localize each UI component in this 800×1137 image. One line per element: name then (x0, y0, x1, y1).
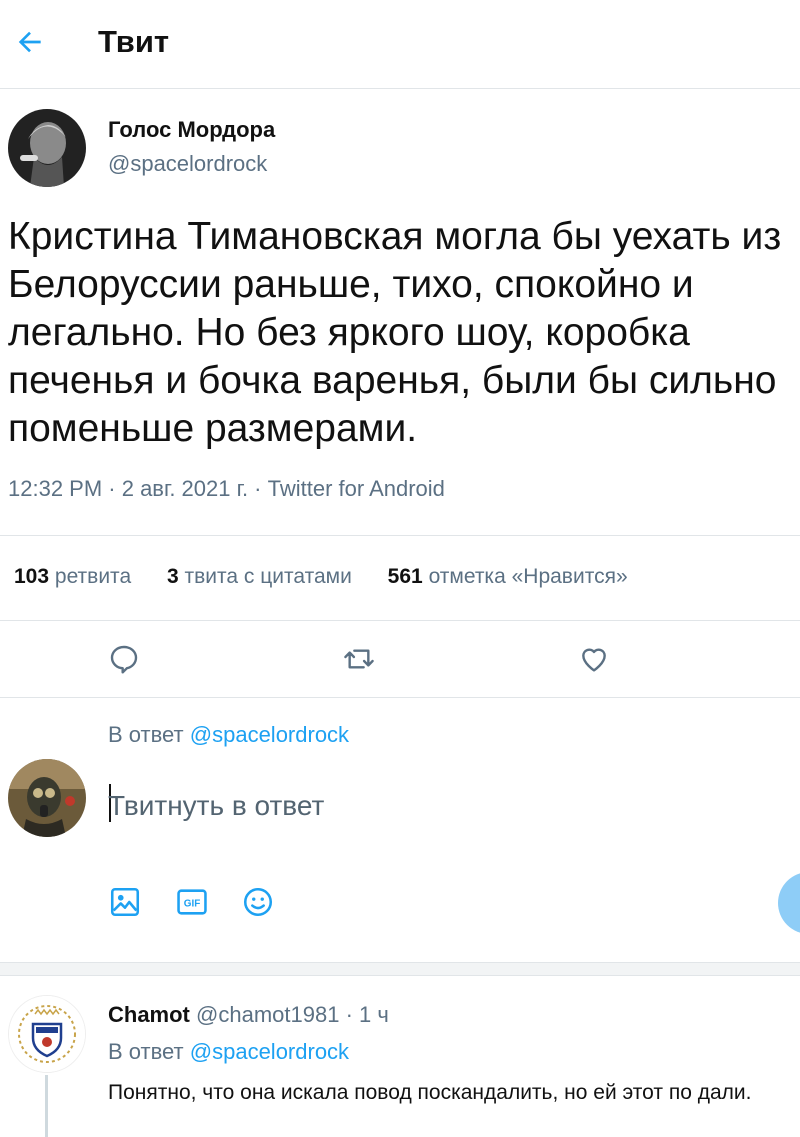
author-name[interactable]: Голос Мордора (108, 117, 275, 143)
reply-icon[interactable] (108, 643, 140, 675)
reply-to-handle[interactable]: @spacelordrock (190, 1039, 349, 1064)
reply-to-handle[interactable]: @spacelordrock (190, 722, 349, 747)
stat-label: отметка «Нравится» (428, 565, 628, 588)
user-avatar[interactable] (8, 759, 86, 837)
gif-label: GIF (184, 898, 201, 909)
tweet-text: Кристина Тимановская могла бы уехать из … (8, 215, 782, 450)
reply-send-button[interactable] (778, 872, 800, 934)
reply-author-avatar[interactable] (8, 995, 86, 1073)
stat-label: ретвита (54, 565, 132, 588)
reply-time[interactable]: · 1 ч (346, 1002, 389, 1027)
emoji-icon[interactable] (241, 885, 275, 919)
reply-text: Понятно, что она искала повод поскандали… (108, 1081, 752, 1104)
gif-icon[interactable]: GIF (175, 885, 209, 919)
quote-tweets-stat[interactable]: 3 твита с цитатами (167, 565, 352, 589)
reply-to-prefix: В ответ (108, 1039, 184, 1064)
stat-count: 3 (166, 565, 179, 588)
back-arrow-icon[interactable] (14, 26, 46, 58)
top-bar: Твит (0, 0, 800, 89)
reply-author-handle[interactable]: @chamot1981 (196, 1002, 339, 1027)
stat-count: 103 (14, 565, 50, 588)
reply-author-name[interactable]: Chamot (108, 1002, 190, 1027)
tweet-stats: 103 ретвита 3 твита с цитатами 561 отмет… (14, 565, 658, 589)
divider (0, 620, 800, 621)
divider (0, 697, 800, 698)
retweet-icon[interactable] (343, 643, 375, 675)
tweet-meta: 12:32 PM · 2 авг. 2021 г. · Twitter for … (8, 476, 445, 501)
divider (0, 535, 800, 536)
reply-input[interactable] (108, 784, 688, 828)
reply-header: Chamot @chamot1981 · 1 ч (108, 1002, 389, 1028)
like-icon[interactable] (578, 643, 610, 675)
likes-stat[interactable]: 561 отметка «Нравится» (388, 565, 628, 589)
stat-label: твита с цитатами (184, 565, 352, 588)
page-title: Твит (98, 24, 170, 59)
author-handle[interactable]: @spacelordrock (108, 151, 267, 177)
thread-line (45, 1075, 48, 1137)
reply-to-prefix: В ответ (108, 722, 184, 747)
reply-reply-to: В ответ @spacelordrock (108, 1039, 349, 1065)
author-avatar[interactable] (8, 109, 86, 187)
section-divider (0, 962, 800, 976)
image-icon[interactable] (108, 885, 142, 919)
retweets-stat[interactable]: 103 ретвита (14, 565, 131, 589)
compose-reply-to: В ответ @spacelordrock (108, 722, 349, 748)
stat-count: 561 (387, 565, 423, 588)
